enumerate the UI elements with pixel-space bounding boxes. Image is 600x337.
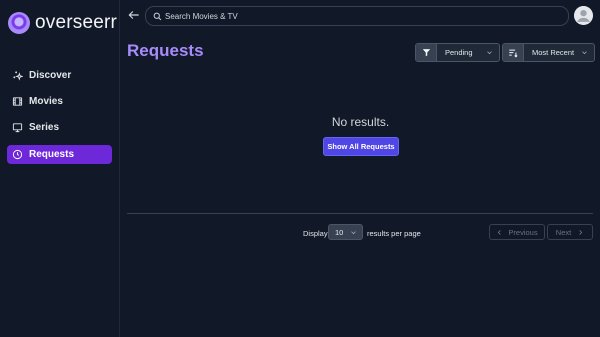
sort-icon-box — [503, 44, 524, 61]
sort-filter[interactable]: Most Recent — [502, 43, 595, 62]
chevron-right-icon — [579, 229, 583, 235]
search-icon — [153, 12, 162, 20]
user-icon — [574, 6, 593, 25]
back-arrow-icon[interactable] — [127, 8, 141, 22]
status-filter-value: Pending — [445, 48, 473, 57]
sort-value: Most Recent — [532, 48, 575, 57]
sidebar-item-label: Requests — [29, 149, 75, 160]
tv-icon — [12, 123, 23, 133]
sidebar-item-discover[interactable]: Discover — [7, 66, 112, 85]
user-avatar[interactable] — [574, 6, 593, 25]
search-bar — [145, 6, 569, 26]
search-input[interactable] — [165, 11, 545, 21]
next-page-button[interactable]: Next — [547, 224, 593, 240]
sidebar-item-label: Movies — [29, 96, 63, 107]
film-icon — [12, 97, 23, 106]
per-page-value: 10 — [335, 227, 344, 237]
divider — [127, 213, 593, 214]
next-label: Next — [555, 227, 572, 237]
sidebar-item-series[interactable]: Series — [7, 118, 112, 137]
funnel-icon — [422, 49, 430, 57]
app-name: overseerr — [35, 12, 118, 33]
empty-state-text: No results. — [331, 115, 390, 129]
chevron-left-icon — [498, 229, 502, 235]
sort-lines-icon — [509, 49, 518, 57]
filter-icon-box — [416, 44, 437, 61]
previous-page-button[interactable]: Previous — [489, 224, 545, 240]
sort-select[interactable]: Most Recent — [524, 44, 594, 61]
app-logo[interactable]: overseerr — [8, 12, 117, 34]
show-all-requests-button[interactable]: Show All Requests — [323, 137, 399, 156]
chevron-down-icon — [582, 51, 587, 55]
sidebar: overseerr Discover Movies Series Request… — [0, 0, 120, 337]
sidebar-item-label: Series — [29, 122, 60, 133]
sidebar-item-movies[interactable]: Movies — [7, 92, 112, 111]
status-filter[interactable]: Pending — [415, 43, 500, 62]
previous-label: Previous — [508, 227, 538, 237]
sparkles-icon — [13, 71, 23, 81]
per-page-label: results per page — [367, 229, 421, 238]
chevron-down-icon — [487, 51, 492, 55]
status-filter-select[interactable]: Pending — [437, 44, 499, 61]
display-label: Display — [303, 229, 328, 238]
clock-icon — [12, 149, 23, 160]
chevron-down-icon — [351, 230, 356, 234]
page-title: Requests — [127, 41, 204, 60]
sidebar-item-requests[interactable]: Requests — [7, 145, 112, 164]
per-page-select[interactable]: 10 — [328, 224, 363, 240]
logo-mark-icon — [8, 12, 30, 34]
sidebar-item-label: Discover — [29, 70, 72, 81]
